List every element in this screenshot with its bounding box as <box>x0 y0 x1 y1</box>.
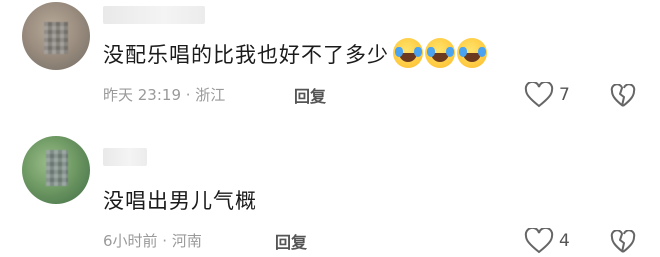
like-count: 4 <box>559 231 570 251</box>
comment-meta: 昨天 23:19 · 浙江 <box>103 86 226 104</box>
laughing-crying-emoji-icon <box>457 38 487 68</box>
laughing-crying-emoji-icon <box>393 38 423 68</box>
comment-item: 没配乐唱的比我也好不了多少 昨天 23:19 · 浙江 回复 7 <box>0 0 660 128</box>
like-button[interactable]: 7 <box>524 82 570 108</box>
avatar-mosaic <box>44 22 68 54</box>
heart-icon <box>524 82 554 108</box>
laughing-crying-emoji-icon <box>425 38 455 68</box>
emoji-group <box>393 38 487 68</box>
like-button[interactable]: 4 <box>524 228 570 254</box>
avatar[interactable] <box>22 2 90 70</box>
comment-text-content: 没配乐唱的比我也好不了多少 <box>103 43 389 67</box>
heart-icon <box>524 228 554 254</box>
dislike-button[interactable] <box>610 230 636 254</box>
avatar[interactable] <box>22 136 90 204</box>
comment-text: 没配乐唱的比我也好不了多少 <box>103 38 487 69</box>
broken-heart-icon <box>610 230 636 254</box>
username-blurred[interactable] <box>103 6 205 24</box>
comment-item: 没唱出男儿气概 6小时前 · 河南 回复 4 <box>0 128 660 257</box>
reply-button[interactable]: 回复 <box>294 83 326 107</box>
like-count: 7 <box>559 85 570 105</box>
dislike-button[interactable] <box>610 84 636 108</box>
reply-button[interactable]: 回复 <box>275 229 307 253</box>
broken-heart-icon <box>610 84 636 108</box>
comment-text: 没唱出男儿气概 <box>103 189 257 213</box>
username-blurred[interactable] <box>103 148 147 166</box>
comment-meta: 6小时前 · 河南 <box>103 232 202 250</box>
avatar-mosaic <box>46 150 68 186</box>
